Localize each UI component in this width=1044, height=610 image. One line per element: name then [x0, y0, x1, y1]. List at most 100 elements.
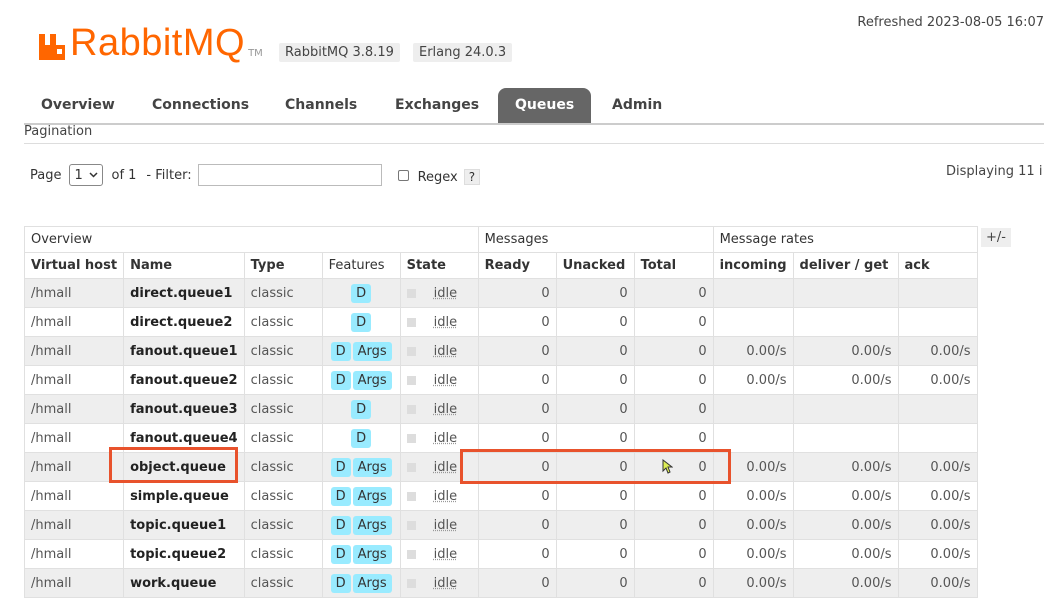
logo-text: RabbitMQ [70, 22, 246, 64]
feature-durable-tag[interactable]: D [351, 399, 372, 419]
queue-name-link[interactable]: simple.queue [123, 481, 245, 511]
feature-durable-tag[interactable]: D [330, 573, 351, 593]
cell-ready: 0 [477, 394, 557, 424]
cell-total: 0 [633, 481, 714, 511]
queue-name-link[interactable]: work.queue [123, 568, 245, 598]
feature-args-tag[interactable]: Args [352, 515, 392, 535]
cell-deliver: 0.00/s [792, 510, 899, 540]
cell-total: 0 [633, 452, 714, 482]
column-header-unacked[interactable]: Unacked [555, 252, 635, 279]
page-select[interactable]: 1 [69, 164, 104, 186]
feature-durable-tag[interactable]: D [330, 457, 351, 477]
feature-args-tag[interactable]: Args [352, 341, 392, 361]
cell-ready: 0 [477, 539, 557, 569]
cell-total: 0 [633, 423, 714, 453]
cell-unacked: 0 [555, 307, 635, 337]
group-header-message-rates: Message rates [712, 226, 978, 253]
state-text[interactable]: idle [434, 489, 457, 504]
column-header-type[interactable]: Type [243, 252, 323, 279]
regex-checkbox[interactable] [397, 169, 409, 181]
tab-overview[interactable]: Overview [24, 88, 132, 123]
feature-args-tag[interactable]: Args [352, 370, 392, 390]
state-square-icon [406, 288, 416, 298]
cell-features: D Args [321, 365, 401, 395]
logo-trademark: TM [248, 48, 263, 59]
cell-type: classic [243, 394, 323, 424]
cell-incoming [712, 394, 794, 424]
queue-name-link[interactable]: fanout.queue3 [123, 394, 245, 424]
state-text[interactable]: idle [434, 547, 457, 562]
column-header-virtual-host[interactable]: Virtual host [23, 252, 125, 279]
state-text[interactable]: idle [434, 518, 457, 533]
cell-features: D Args [321, 336, 401, 366]
state-text[interactable]: idle [434, 576, 457, 591]
state-text[interactable]: idle [434, 402, 457, 417]
cell-ack: 0.00/s [897, 365, 978, 395]
tab-exchanges[interactable]: Exchanges [378, 88, 496, 123]
cell-ready: 0 [477, 510, 557, 540]
feature-durable-tag[interactable]: D [330, 370, 351, 390]
tab-queues[interactable]: Queues [498, 88, 592, 123]
cell-type: classic [243, 365, 323, 395]
toggle-columns-button[interactable]: +/- [981, 228, 1011, 247]
tab-admin[interactable]: Admin [595, 88, 679, 123]
queue-name-link[interactable]: direct.queue1 [123, 278, 245, 308]
queue-name-link[interactable]: direct.queue2 [123, 307, 245, 337]
feature-durable-tag[interactable]: D [330, 341, 351, 361]
queue-name-link[interactable]: fanout.queue4 [123, 423, 245, 453]
cell-ack [897, 394, 978, 424]
column-header-ready[interactable]: Ready [477, 252, 557, 279]
column-header-ack[interactable]: ack [897, 252, 978, 279]
state-text[interactable]: idle [434, 315, 457, 330]
column-header-total[interactable]: Total [633, 252, 714, 279]
cell-features: D Args [321, 481, 401, 511]
state-text[interactable]: idle [434, 460, 457, 475]
table-row: /hmall object.queue classic D Args idle 0 0 0 0.0… [23, 452, 978, 482]
pagination-section-title[interactable]: Pagination [24, 124, 1044, 144]
column-header-name[interactable]: Name [123, 252, 245, 279]
feature-durable-tag[interactable]: D [351, 312, 372, 332]
cell-total: 0 [633, 278, 714, 308]
feature-durable-tag[interactable]: D [351, 283, 372, 303]
cell-unacked: 0 [555, 568, 635, 598]
column-header-state[interactable]: State [399, 252, 479, 279]
rabbitmq-logo[interactable]: RabbitMQ TM [37, 22, 263, 62]
state-text[interactable]: idle [434, 431, 457, 446]
column-header-incoming[interactable]: incoming [712, 252, 794, 279]
feature-durable-tag[interactable]: D [351, 428, 372, 448]
state-text[interactable]: idle [434, 344, 457, 359]
column-header-deliver-get[interactable]: deliver / get [792, 252, 899, 279]
queues-table-body: /hmall direct.queue1 classic Didle 0 0 0/hmall… [23, 278, 978, 598]
tab-connections[interactable]: Connections [135, 88, 266, 123]
state-text[interactable]: idle [434, 373, 457, 388]
feature-args-tag[interactable]: Args [352, 486, 392, 506]
pagination-controls: Page 1 of 1 - Filter: Regex ? [30, 162, 481, 188]
refreshed-timestamp[interactable]: Refreshed 2023-08-05 16:07 [857, 15, 1044, 30]
cell-vhost: /hmall [23, 307, 125, 337]
queue-name-link[interactable]: topic.queue2 [123, 539, 245, 569]
cell-features: D Args [321, 539, 401, 569]
cell-incoming [712, 423, 794, 453]
feature-args-tag[interactable]: Args [352, 544, 392, 564]
feature-durable-tag[interactable]: D [330, 486, 351, 506]
queue-name-link[interactable]: fanout.queue2 [123, 365, 245, 395]
feature-durable-tag[interactable]: D [330, 515, 351, 535]
table-row: /hmall fanout.queue3 classic Didle 0 0 0 [23, 394, 978, 424]
queue-name-link[interactable]: fanout.queue1 [123, 336, 245, 366]
cell-deliver [792, 423, 899, 453]
feature-args-tag[interactable]: Args [352, 457, 392, 477]
cell-features: D Args [321, 510, 401, 540]
cell-ready: 0 [477, 307, 557, 337]
cell-ack: 0.00/s [897, 452, 978, 482]
state-text[interactable]: idle [434, 286, 457, 301]
cell-vhost: /hmall [23, 365, 125, 395]
regex-help-button[interactable]: ? [463, 169, 481, 185]
tab-channels[interactable]: Channels [268, 88, 374, 123]
queue-name-link[interactable]: object.queue [123, 452, 245, 482]
state-square-icon [406, 346, 416, 356]
cell-state: idle [399, 452, 479, 482]
feature-durable-tag[interactable]: D [330, 544, 351, 564]
feature-args-tag[interactable]: Args [352, 573, 392, 593]
queue-name-link[interactable]: topic.queue1 [123, 510, 245, 540]
filter-input[interactable] [197, 164, 382, 186]
